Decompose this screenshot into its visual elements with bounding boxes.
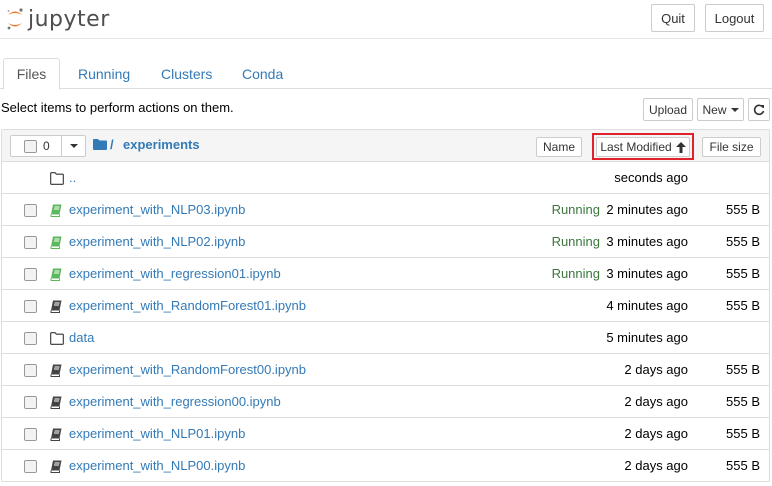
file-row[interactable]: experiment_with_NLP01.ipynb 2 days ago 555… xyxy=(2,418,769,450)
tab-conda[interactable]: Conda xyxy=(228,58,297,89)
file-name-link[interactable]: data xyxy=(69,330,94,345)
refresh-icon xyxy=(753,104,765,115)
last-modified: 2 days ago xyxy=(624,394,688,409)
file-size: 555 B xyxy=(726,458,760,473)
highlight-box xyxy=(592,133,694,160)
tab-running[interactable]: Running xyxy=(64,58,144,89)
file-size: 555 B xyxy=(726,298,760,313)
notebook-icon xyxy=(50,364,64,377)
breadcrumb-separator: / xyxy=(110,137,114,152)
file-row[interactable]: experiment_with_NLP02.ipynb Running 3 minu… xyxy=(2,226,769,258)
file-size: 555 B xyxy=(726,234,760,249)
selection-hint: Select items to perform actions on them. xyxy=(1,100,234,115)
row-checkbox[interactable] xyxy=(24,268,37,281)
file-size: 555 B xyxy=(726,202,760,217)
file-row[interactable]: experiment_with_RandomForest00.ipynb 2 da… xyxy=(2,354,769,386)
file-size: 555 B xyxy=(726,394,760,409)
last-modified: 4 minutes ago xyxy=(606,298,688,313)
file-row[interactable]: .. seconds ago xyxy=(2,162,769,194)
file-size: 555 B xyxy=(726,362,760,377)
jupyter-logo[interactable]: jupyter xyxy=(6,4,110,34)
last-modified: 2 days ago xyxy=(624,426,688,441)
last-modified: 2 days ago xyxy=(624,458,688,473)
file-row[interactable]: experiment_with_NLP00.ipynb 2 days ago 555… xyxy=(2,450,769,482)
file-size: 555 B xyxy=(726,266,760,281)
notebook-icon xyxy=(50,300,64,313)
folder-icon xyxy=(50,172,64,185)
file-name-link[interactable]: .. xyxy=(69,170,76,185)
row-checkbox[interactable] xyxy=(24,332,37,345)
row-checkbox[interactable] xyxy=(24,204,37,217)
row-checkbox[interactable] xyxy=(24,428,37,441)
row-checkbox[interactable] xyxy=(24,396,37,409)
row-checkbox[interactable] xyxy=(24,460,37,473)
new-button[interactable]: New xyxy=(697,98,744,121)
sort-by-name-button[interactable]: Name xyxy=(536,137,582,157)
file-name-link[interactable]: experiment_with_NLP00.ipynb xyxy=(69,458,245,473)
running-status: Running xyxy=(551,202,600,217)
last-modified: 2 minutes ago xyxy=(606,202,688,217)
notebook-running-icon xyxy=(50,204,64,217)
running-status: Running xyxy=(551,234,600,249)
file-name-link[interactable]: experiment_with_NLP02.ipynb xyxy=(69,234,245,249)
sort-by-file-size-button[interactable]: File size xyxy=(702,137,761,157)
file-name-link[interactable]: experiment_with_RandomForest00.ipynb xyxy=(69,362,306,377)
file-row[interactable]: experiment_with_regression00.ipynb 2 days… xyxy=(2,386,769,418)
notebook-icon xyxy=(50,460,64,473)
row-checkbox[interactable] xyxy=(24,236,37,249)
file-row[interactable]: experiment_with_regression01.ipynb Runnin… xyxy=(2,258,769,290)
last-modified: 5 minutes ago xyxy=(606,330,688,345)
notebook-icon xyxy=(50,396,64,409)
last-modified: seconds ago xyxy=(614,170,688,185)
file-name-link[interactable]: experiment_with_NLP03.ipynb xyxy=(69,202,245,217)
new-button-label: New xyxy=(702,102,727,117)
select-all-control: 0 xyxy=(10,135,86,157)
running-status: Running xyxy=(551,266,600,281)
file-name-link[interactable]: experiment_with_RandomForest01.ipynb xyxy=(69,298,306,313)
tab-bar: Files Running Clusters Conda xyxy=(0,58,772,90)
file-name-link[interactable]: experiment_with_regression00.ipynb xyxy=(69,394,281,409)
row-checkbox[interactable] xyxy=(24,300,37,313)
select-all-checkbox[interactable] xyxy=(24,140,37,153)
refresh-button[interactable] xyxy=(748,98,770,121)
file-name-link[interactable]: experiment_with_regression01.ipynb xyxy=(69,266,281,281)
notebook-icon xyxy=(50,428,64,441)
logo-text: jupyter xyxy=(28,6,110,32)
file-name-link[interactable]: experiment_with_NLP01.ipynb xyxy=(69,426,245,441)
folder-icon xyxy=(50,332,64,345)
jupyter-logo-icon xyxy=(7,8,23,30)
folder-icon[interactable] xyxy=(93,139,107,150)
file-list: 0 / experiments Name Last Modified File … xyxy=(1,129,770,482)
select-menu-button[interactable] xyxy=(61,136,86,156)
header-bar: jupyter Quit Logout xyxy=(0,0,772,39)
row-checkbox[interactable] xyxy=(24,364,37,377)
tab-files[interactable]: Files xyxy=(3,58,60,90)
file-row[interactable]: experiment_with_NLP03.ipynb Running 2 minu… xyxy=(2,194,769,226)
tab-clusters[interactable]: Clusters xyxy=(147,58,226,89)
logout-button[interactable]: Logout xyxy=(705,4,764,32)
file-size: 555 B xyxy=(726,426,760,441)
file-row[interactable]: experiment_with_RandomForest01.ipynb 4 mi… xyxy=(2,290,769,322)
last-modified: 3 minutes ago xyxy=(606,266,688,281)
caret-down-icon xyxy=(730,107,739,112)
upload-button[interactable]: Upload xyxy=(643,98,693,121)
file-list-header: 0 / experiments Name Last Modified File … xyxy=(2,130,769,162)
last-modified: 2 days ago xyxy=(624,362,688,377)
file-row[interactable]: data 5 minutes ago xyxy=(2,322,769,354)
caret-down-icon xyxy=(70,144,78,148)
breadcrumb-current-folder[interactable]: experiments xyxy=(123,137,200,152)
last-modified: 3 minutes ago xyxy=(606,234,688,249)
selected-count: 0 xyxy=(43,139,50,153)
notebook-running-icon xyxy=(50,268,64,281)
notebook-running-icon xyxy=(50,236,64,249)
quit-button[interactable]: Quit xyxy=(651,4,695,32)
